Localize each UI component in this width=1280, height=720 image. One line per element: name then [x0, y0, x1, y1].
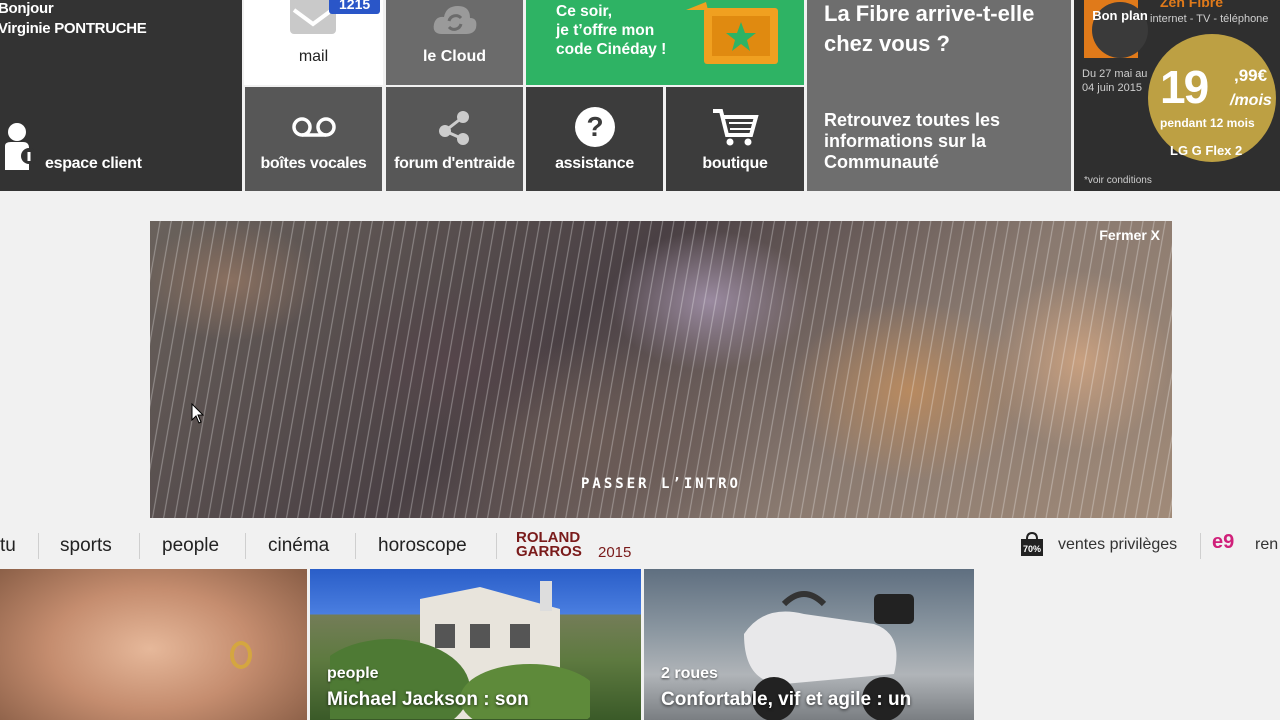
- cineday-line-1: Ce soir,: [556, 3, 612, 20]
- unread-count-badge: 1215: [329, 0, 381, 14]
- news-card[interactable]: [0, 569, 307, 720]
- voicemail-label: boîtes vocales: [260, 155, 367, 172]
- mail-label: mail: [298, 48, 329, 65]
- news-card-title: Michael Jackson : son: [327, 689, 529, 710]
- voicemail-icon: [245, 105, 382, 149]
- news-card[interactable]: people Michael Jackson : son: [310, 569, 641, 720]
- promo-device: LG G Flex 2: [1170, 143, 1243, 158]
- user-info-icon: [5, 123, 37, 170]
- tile-cloud[interactable]: le Cloud: [386, 0, 523, 85]
- fibre-heading-line-2: chez vous ?: [824, 31, 950, 56]
- shopping-bag-icon: 70%: [1021, 531, 1043, 556]
- cineday-line-3: code Cinéday !: [556, 41, 667, 58]
- nav-item-sports[interactable]: sports: [60, 535, 112, 557]
- nav-item-ventes-privileges[interactable]: ventes privilèges: [1058, 536, 1177, 554]
- ventes-badge-text: 70%: [1023, 544, 1041, 554]
- tile-forum[interactable]: forum d'entraide: [386, 87, 523, 191]
- promo-dates-line-2: 04 juin 2015: [1082, 82, 1142, 94]
- cloud-icon: [433, 6, 477, 34]
- promo-price-cents: ,99€: [1234, 66, 1268, 85]
- news-card-category: 2 roues: [661, 665, 718, 682]
- promo-duration: pendant 12 mois: [1160, 116, 1255, 130]
- promo-dates: Du 27 mai au 04 juin 2015: [1082, 67, 1147, 95]
- roland-garros-year: 2015: [598, 544, 632, 561]
- nav-item-cinema[interactable]: cinéma: [268, 535, 329, 557]
- tile-promo-ad[interactable]: Bon plan Zen Fibre internet - TV - télép…: [1074, 0, 1280, 191]
- nav-divider: [139, 533, 140, 559]
- fibre-heading: La Fibre arrive-t-elle chez vous ?: [824, 0, 1034, 59]
- assistance-label: assistance: [555, 155, 634, 172]
- boutique-label: boutique: [702, 155, 768, 172]
- fibre-text-line-3: Communauté: [824, 152, 940, 172]
- cloud-label: le Cloud: [422, 48, 487, 65]
- forum-label: forum d'entraide: [394, 155, 515, 172]
- close-banner-button[interactable]: Fermer X: [1099, 227, 1160, 243]
- promo-price: 19: [1160, 61, 1209, 113]
- tile-strip: Bonjour Virginie PONTRUCHE espace client…: [0, 0, 1280, 191]
- news-card-title: Confortable, vif et agile : un: [661, 689, 912, 710]
- nav-divider: [38, 533, 39, 559]
- news-card-category: people: [327, 665, 379, 682]
- nav-item-roland-garros[interactable]: ROLAND GARROS: [516, 530, 582, 560]
- news-card[interactable]: 2 roues Confortable, vif et agile : un: [644, 569, 974, 720]
- skip-intro-button[interactable]: PASSER L’INTRO: [150, 476, 1172, 492]
- tile-boutique[interactable]: boutique: [666, 87, 804, 191]
- promo-top-text: internet - TV - téléphone: [1150, 13, 1269, 25]
- tile-cineday[interactable]: Ce soir, je t’offre mon code Cinéday !: [526, 0, 804, 85]
- bon-plan-badge: Bon plan: [1092, 2, 1148, 58]
- user-name: Virginie PONTRUCHE: [0, 20, 147, 37]
- tile-fibre[interactable]: La Fibre arrive-t-elle chez vous ? Retro…: [807, 0, 1071, 191]
- nav-divider: [245, 533, 246, 559]
- category-nav: tu sports people cinéma horoscope ROLAND…: [0, 527, 1280, 563]
- tile-espace-client[interactable]: Bonjour Virginie PONTRUCHE espace client: [0, 0, 242, 191]
- share-network-icon: [386, 105, 523, 149]
- rain-overlay: [150, 221, 1172, 518]
- fibre-text-line-2: informations sur la: [824, 131, 987, 151]
- greeting: Bonjour Virginie PONTRUCHE: [0, 0, 147, 39]
- nav-item-horoscope[interactable]: horoscope: [378, 535, 467, 557]
- nav-divider: [355, 533, 356, 559]
- greeting-text: Bonjour: [0, 0, 54, 17]
- promo-conditions[interactable]: *voir conditions: [1084, 175, 1152, 186]
- nav-divider: [496, 533, 497, 559]
- fibre-heading-line-1: La Fibre arrive-t-elle: [824, 1, 1035, 26]
- promo-offer: Zen Fibre: [1160, 0, 1224, 10]
- cineday-text: Ce soir, je t’offre mon code Cinéday !: [556, 2, 666, 59]
- help-question-icon: ?: [526, 105, 663, 149]
- mouse-cursor-icon: [191, 403, 205, 424]
- espace-client-label: espace client: [45, 155, 142, 172]
- nav-item-people[interactable]: people: [162, 535, 219, 557]
- promo-dates-line-1: Du 27 mai au: [1082, 68, 1148, 80]
- video-intro-banner[interactable]: Fermer X PASSER L’INTRO: [150, 221, 1172, 518]
- tile-voicemail[interactable]: boîtes vocales: [245, 87, 382, 191]
- tile-mail[interactable]: 1215 mail: [244, 0, 383, 85]
- cineday-line-2: je t’offre mon: [556, 22, 655, 39]
- shopping-cart-icon: [666, 105, 804, 149]
- promo-per-month: /mois: [1230, 92, 1272, 109]
- wedding-ring-image: [230, 641, 252, 669]
- nav-item-actu[interactable]: tu: [0, 535, 16, 557]
- fibre-text: Retrouvez toutes les informations sur la…: [824, 110, 1000, 173]
- nav-divider: [1200, 533, 1201, 559]
- tile-assistance[interactable]: ? assistance: [526, 87, 663, 191]
- fibre-text-line-1: Retrouvez toutes les: [824, 110, 1001, 130]
- roland-garros-line-2: GARROS: [516, 543, 582, 560]
- nav-item-rencontres[interactable]: ren: [1255, 536, 1278, 554]
- svg-text:?: ?: [586, 111, 603, 142]
- ticket-icon: [686, 2, 778, 64]
- rencontres-logo-icon: e9: [1212, 531, 1235, 553]
